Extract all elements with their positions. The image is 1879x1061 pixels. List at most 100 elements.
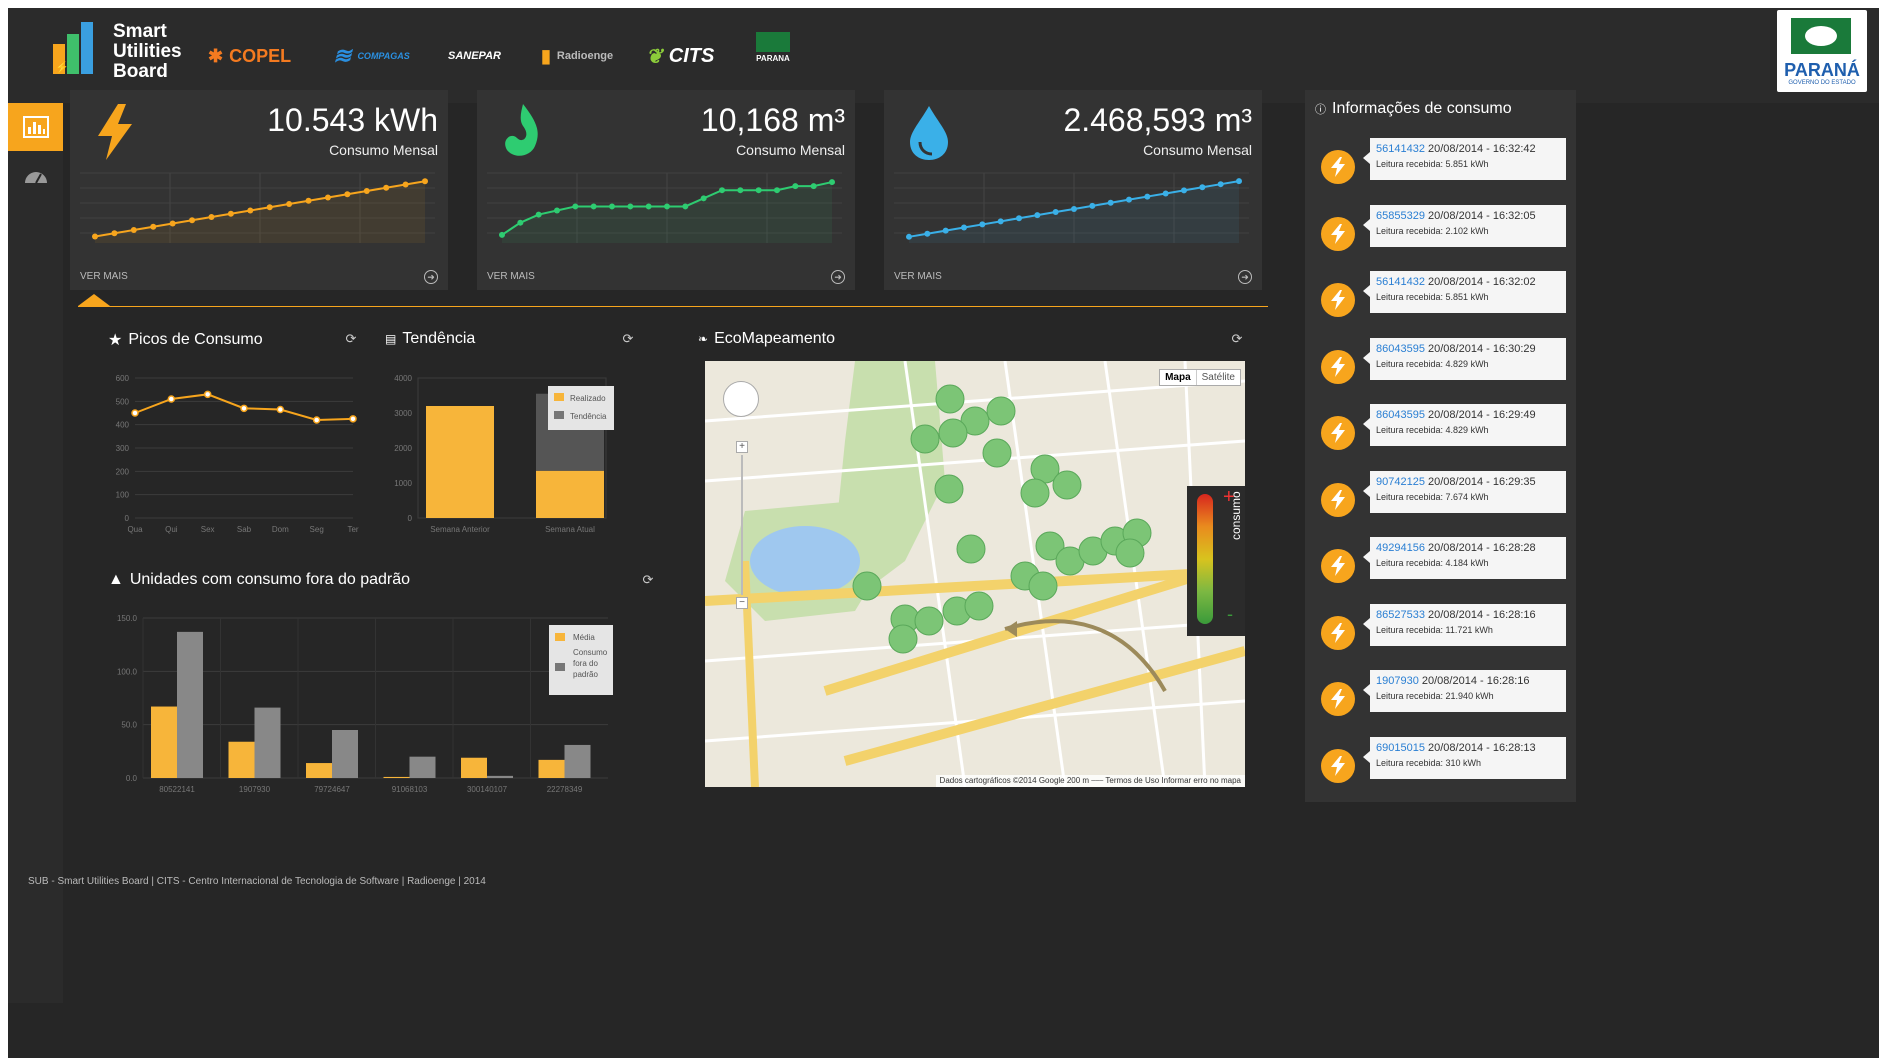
map-button[interactable]: Mapa [1160,370,1196,385]
info-item[interactable]: 49294156 20/08/2014 - 16:28:28 Leitura re… [1305,537,1576,597]
ver-mais-link[interactable]: VER MAIS [487,271,535,282]
info-item[interactable]: 56141432 20/08/2014 - 16:32:42 Leitura re… [1305,138,1576,198]
meter-id-link[interactable]: 65855329 [1376,210,1425,222]
info-item[interactable]: 86043595 20/08/2014 - 16:29:49 Leitura re… [1305,404,1576,464]
info-item[interactable]: 65855329 20/08/2014 - 16:32:05 Leitura re… [1305,204,1576,265]
reading-date: 20/08/2014 - 16:28:13 [1428,741,1536,754]
info-item[interactable]: 56141432 20/08/2014 - 16:32:02 Leitura re… [1305,271,1576,331]
reading-value: Leitura recebida: 5.851 kWh [1376,159,1489,169]
arrow-right-icon[interactable]: ➜ [831,270,845,284]
brand-logo[interactable]: ⚡ Smart Utilities Board [53,22,203,84]
bar-consumo [487,775,513,778]
meter-id-link[interactable]: 69015015 [1376,742,1425,754]
reading-date: 20/08/2014 - 16:32:02 [1428,276,1536,288]
refresh-icon[interactable]: ⟳ [621,332,635,346]
meter-id-link[interactable]: 90742125 [1376,476,1425,488]
sparkline [894,172,1249,243]
info-item-box: 86043595 20/08/2014 - 16:30:29 Leitura re… [1363,337,1566,380]
lightning-icon [1321,216,1355,251]
legend-label: Tendência [570,412,607,421]
x-tick-label: Ter [347,525,358,534]
sparkline [487,172,842,243]
sidebar-item-dashboard[interactable] [8,103,63,151]
lightning-icon [1321,349,1355,384]
unidades-chart: 0.0 50.0 100.0 150.0 80522141 1907930 79724647… [117,614,613,794]
scale-minus: - [1227,604,1233,624]
x-tick-label: Sex [201,525,215,534]
zoom-in-button[interactable]: + [736,441,748,453]
y-tick-label: 400 [116,421,130,430]
reading-date: 20/08/2014 - 16:28:16 [1428,608,1536,621]
bar-media [151,706,177,778]
map-canvas [705,361,1245,787]
zoom-out-button[interactable]: − [736,597,748,609]
sparkline [80,172,435,243]
info-item[interactable]: 69015015 20/08/2014 - 16:28:13 Leitura re… [1305,736,1576,797]
y-tick-label: 600 [116,374,130,383]
sparkline-point [1071,205,1077,212]
meter-id-link[interactable]: 86043595 [1376,343,1425,355]
arrow-right-icon[interactable]: ➜ [424,270,438,284]
sparkline-point [111,230,118,237]
sparkline-point [997,218,1004,225]
bar-consumo [332,730,358,778]
meter-id-link[interactable]: 56141432 [1376,143,1425,155]
meter-id-link[interactable]: 86527533 [1376,609,1425,621]
partner-compagas[interactable]: ≋ COMPAGAS [333,36,410,76]
info-item[interactable]: 90742125 20/08/2014 - 16:29:35 Leitura re… [1305,470,1576,531]
reading-date: 20/08/2014 - 16:28:28 [1428,542,1536,554]
partner-cits[interactable]: ❦ CITS [646,36,714,76]
info-item[interactable]: 86043595 20/08/2014 - 16:30:29 Leitura re… [1305,337,1576,398]
lightning-icon [1321,283,1355,317]
data-point [131,409,139,417]
info-item-box: 86527533 20/08/2014 - 16:28:16 Leitura re… [1363,603,1566,646]
bar-media [306,763,332,778]
zoom-slider[interactable] [741,455,743,595]
card-label: Consumo Mensal [329,142,438,158]
pan-control[interactable] [723,381,759,417]
sparkline-point [1034,212,1041,219]
dashboard: ⚡ Smart Utilities Board ✱ COPEL ≋ COMPAGAS… [8,8,1879,1058]
brand-line-1: Smart [113,21,167,42]
sparkline-point [924,230,931,237]
info-item[interactable]: 86527533 20/08/2014 - 16:28:16 Leitura re… [1305,603,1576,664]
sparkline-point [554,207,560,214]
y-tick-label: 500 [116,397,130,406]
meter-id-link[interactable]: 1907930 [1376,675,1419,687]
gov-parana-logo[interactable]: PARANÁ GOVERNO DO ESTADO [1777,10,1867,92]
info-item[interactable]: 1907930 20/08/2014 - 16:28:16 Leitura rec… [1305,670,1576,730]
meter-id-link[interactable]: 49294156 [1376,542,1425,554]
y-tick-label: 50.0 [121,721,137,730]
eco-map[interactable]: + − Mapa Satélite + consumo - Dados cart… [705,361,1245,787]
sparkline-point [700,195,707,202]
partner-sanepar[interactable]: SANEPAR [448,36,501,76]
refresh-icon[interactable]: ⟳ [1230,332,1244,346]
x-tick-label: 79724647 [314,785,350,794]
panel-title-picos: ★ Picos de Consumo [108,331,263,349]
partner-radioenge[interactable]: ▮ Radioenge [541,36,613,76]
card-label: Consumo Mensal [736,142,845,158]
sparkline-point [1052,209,1059,216]
lightning-icon [1321,748,1355,783]
refresh-icon[interactable]: ⟳ [344,332,358,346]
reading-value: Leitura recebida: 4.184 kWh [1376,558,1489,568]
meter-id-link[interactable]: 56141432 [1376,276,1425,288]
partner-parana[interactable]: PARANA [756,32,790,72]
sparkline-point [189,217,196,224]
sidebar-item-gauge[interactable] [8,151,63,199]
refresh-icon[interactable]: ⟳ [641,573,655,587]
bar-media [383,776,410,778]
info-item-box: 56141432 20/08/2014 - 16:32:02 Leitura re… [1363,271,1566,313]
panel-title-eco: ❧ EcoMapeamento [698,330,836,347]
bar-media [461,757,487,778]
sparkline-point [792,183,799,190]
meter-id-link[interactable]: 86043595 [1376,409,1425,421]
satellite-button[interactable]: Satélite [1195,370,1240,385]
y-tick-label: 4000 [394,374,412,383]
ver-mais-link[interactable]: VER MAIS [80,271,128,282]
ver-mais-link[interactable]: VER MAIS [894,271,942,282]
arrow-right-icon[interactable]: ➜ [1238,270,1252,284]
sparkline-point [1217,181,1224,188]
partner-copel[interactable]: ✱ COPEL [208,36,291,76]
sparkline-point [737,187,744,194]
